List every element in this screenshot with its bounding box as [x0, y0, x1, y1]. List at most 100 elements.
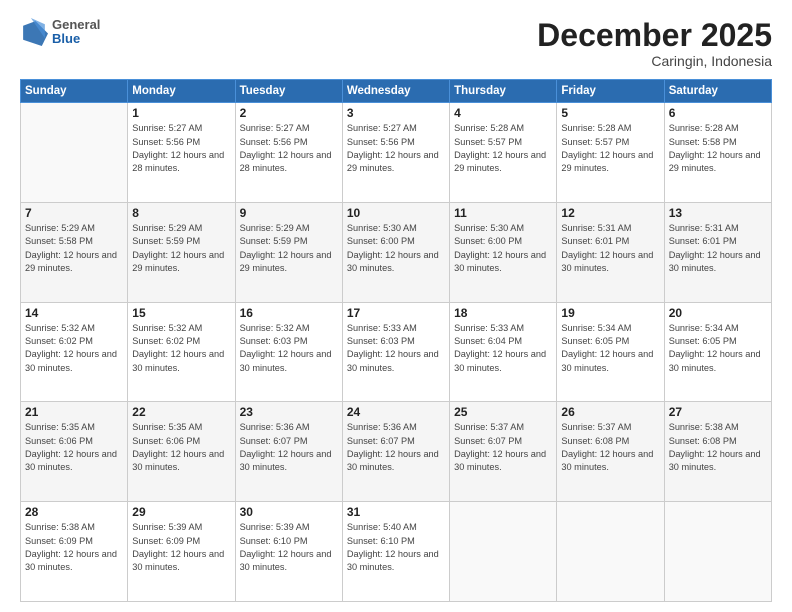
calendar-cell: 24 Sunrise: 5:36 AMSunset: 6:07 PMDayligh…: [342, 402, 449, 502]
day-number: 22: [132, 405, 230, 419]
calendar-cell: 10Sunrise: 5:30 AMSunset: 6:00 PMDayligh…: [342, 202, 449, 302]
calendar-header-sunday: Sunday: [21, 80, 128, 103]
calendar-cell: 13Sunrise: 5:31 AMSunset: 6:01 PMDayligh…: [664, 202, 771, 302]
calendar-header-thursday: Thursday: [450, 80, 557, 103]
day-number: 27: [669, 405, 767, 419]
calendar-cell: 15 Sunrise: 5:32 AMSunset: 6:02 PMDayligh…: [128, 302, 235, 402]
day-number: 7: [25, 206, 123, 220]
day-number: 31: [347, 505, 445, 519]
day-info: Sunrise: 5:38 AMSunset: 6:08 PMDaylight:…: [669, 421, 767, 474]
day-info: Sunrise: 5:36 AMSunset: 6:07 PMDaylight:…: [347, 421, 445, 474]
calendar-week-row: 21 Sunrise: 5:35 AMSunset: 6:06 PMDayligh…: [21, 402, 772, 502]
calendar-week-row: 14 Sunrise: 5:32 AMSunset: 6:02 PMDayligh…: [21, 302, 772, 402]
calendar-week-row: 7Sunrise: 5:29 AMSunset: 5:58 PMDaylight…: [21, 202, 772, 302]
day-info: Sunrise: 5:35 AMSunset: 6:06 PMDaylight:…: [132, 421, 230, 474]
calendar-cell: 20 Sunrise: 5:34 AMSunset: 6:05 PMDayligh…: [664, 302, 771, 402]
day-info: Sunrise: 5:39 AMSunset: 6:09 PMDaylight:…: [132, 521, 230, 574]
day-number: 11: [454, 206, 552, 220]
header: General Blue December 2025 Caringin, Ind…: [20, 18, 772, 69]
day-number: 16: [240, 306, 338, 320]
calendar-cell: 1 Sunrise: 5:27 AMSunset: 5:56 PMDaylight…: [128, 103, 235, 203]
day-info: Sunrise: 5:30 AMSunset: 6:00 PMDaylight:…: [454, 222, 552, 275]
day-info: Sunrise: 5:30 AMSunset: 6:00 PMDaylight:…: [347, 222, 445, 275]
day-number: 21: [25, 405, 123, 419]
day-number: 17: [347, 306, 445, 320]
calendar-cell: 11 Sunrise: 5:30 AMSunset: 6:00 PMDayligh…: [450, 202, 557, 302]
day-info: Sunrise: 5:34 AMSunset: 6:05 PMDaylight:…: [669, 322, 767, 375]
logo-text: General Blue: [52, 18, 100, 47]
day-number: 5: [561, 106, 659, 120]
calendar-week-row: 28 Sunrise: 5:38 AMSunset: 6:09 PMDayligh…: [21, 502, 772, 602]
day-number: 15: [132, 306, 230, 320]
calendar-header-wednesday: Wednesday: [342, 80, 449, 103]
day-info: Sunrise: 5:38 AMSunset: 6:09 PMDaylight:…: [25, 521, 123, 574]
day-info: Sunrise: 5:27 AMSunset: 5:56 PMDaylight:…: [132, 122, 230, 175]
day-number: 2: [240, 106, 338, 120]
day-info: Sunrise: 5:29 AMSunset: 5:59 PMDaylight:…: [240, 222, 338, 275]
day-info: Sunrise: 5:37 AMSunset: 6:07 PMDaylight:…: [454, 421, 552, 474]
calendar-cell: 4Sunrise: 5:28 AMSunset: 5:57 PMDaylight…: [450, 103, 557, 203]
calendar-cell: 27 Sunrise: 5:38 AMSunset: 6:08 PMDayligh…: [664, 402, 771, 502]
day-number: 3: [347, 106, 445, 120]
calendar-cell: [450, 502, 557, 602]
day-info: Sunrise: 5:32 AMSunset: 6:02 PMDaylight:…: [132, 322, 230, 375]
calendar-cell: 31 Sunrise: 5:40 AMSunset: 6:10 PMDayligh…: [342, 502, 449, 602]
day-number: 24: [347, 405, 445, 419]
calendar-cell: 25 Sunrise: 5:37 AMSunset: 6:07 PMDayligh…: [450, 402, 557, 502]
day-number: 18: [454, 306, 552, 320]
calendar-cell: 6Sunrise: 5:28 AMSunset: 5:58 PMDaylight…: [664, 103, 771, 203]
calendar-cell: 5Sunrise: 5:28 AMSunset: 5:57 PMDaylight…: [557, 103, 664, 203]
calendar-cell: 12Sunrise: 5:31 AMSunset: 6:01 PMDayligh…: [557, 202, 664, 302]
day-number: 14: [25, 306, 123, 320]
calendar-cell: 3 Sunrise: 5:27 AMSunset: 5:56 PMDaylight…: [342, 103, 449, 203]
calendar-cell: 28 Sunrise: 5:38 AMSunset: 6:09 PMDayligh…: [21, 502, 128, 602]
calendar-cell: 2 Sunrise: 5:27 AMSunset: 5:56 PMDaylight…: [235, 103, 342, 203]
day-info: Sunrise: 5:32 AMSunset: 6:03 PMDaylight:…: [240, 322, 338, 375]
day-number: 19: [561, 306, 659, 320]
calendar-cell: [557, 502, 664, 602]
day-info: Sunrise: 5:27 AMSunset: 5:56 PMDaylight:…: [347, 122, 445, 175]
calendar-cell: 8Sunrise: 5:29 AMSunset: 5:59 PMDaylight…: [128, 202, 235, 302]
day-number: 30: [240, 505, 338, 519]
calendar-header-friday: Friday: [557, 80, 664, 103]
day-info: Sunrise: 5:33 AMSunset: 6:03 PMDaylight:…: [347, 322, 445, 375]
day-number: 28: [25, 505, 123, 519]
day-number: 6: [669, 106, 767, 120]
logo-icon: [20, 18, 48, 46]
logo-general-text: General: [52, 18, 100, 32]
logo: General Blue: [20, 18, 100, 47]
calendar-cell: 30 Sunrise: 5:39 AMSunset: 6:10 PMDayligh…: [235, 502, 342, 602]
calendar-cell: 18 Sunrise: 5:33 AMSunset: 6:04 PMDayligh…: [450, 302, 557, 402]
day-info: Sunrise: 5:29 AMSunset: 5:59 PMDaylight:…: [132, 222, 230, 275]
page: General Blue December 2025 Caringin, Ind…: [0, 0, 792, 612]
day-info: Sunrise: 5:36 AMSunset: 6:07 PMDaylight:…: [240, 421, 338, 474]
calendar-table: SundayMondayTuesdayWednesdayThursdayFrid…: [20, 79, 772, 602]
day-number: 26: [561, 405, 659, 419]
calendar-header-saturday: Saturday: [664, 80, 771, 103]
calendar-cell: [21, 103, 128, 203]
calendar-cell: 21Sunrise: 5:35 AMSunset: 6:06 PMDayligh…: [21, 402, 128, 502]
calendar-cell: 19Sunrise: 5:34 AMSunset: 6:05 PMDayligh…: [557, 302, 664, 402]
day-number: 13: [669, 206, 767, 220]
calendar-cell: 9 Sunrise: 5:29 AMSunset: 5:59 PMDaylight…: [235, 202, 342, 302]
day-info: Sunrise: 5:39 AMSunset: 6:10 PMDaylight:…: [240, 521, 338, 574]
calendar-cell: 29 Sunrise: 5:39 AMSunset: 6:09 PMDayligh…: [128, 502, 235, 602]
day-info: Sunrise: 5:33 AMSunset: 6:04 PMDaylight:…: [454, 322, 552, 375]
day-info: Sunrise: 5:32 AMSunset: 6:02 PMDaylight:…: [25, 322, 123, 375]
calendar-cell: [664, 502, 771, 602]
calendar-week-row: 1 Sunrise: 5:27 AMSunset: 5:56 PMDaylight…: [21, 103, 772, 203]
calendar-cell: 26Sunrise: 5:37 AMSunset: 6:08 PMDayligh…: [557, 402, 664, 502]
day-info: Sunrise: 5:40 AMSunset: 6:10 PMDaylight:…: [347, 521, 445, 574]
day-number: 25: [454, 405, 552, 419]
calendar-cell: 14 Sunrise: 5:32 AMSunset: 6:02 PMDayligh…: [21, 302, 128, 402]
day-number: 29: [132, 505, 230, 519]
day-info: Sunrise: 5:27 AMSunset: 5:56 PMDaylight:…: [240, 122, 338, 175]
location: Caringin, Indonesia: [537, 53, 772, 69]
calendar-cell: 22 Sunrise: 5:35 AMSunset: 6:06 PMDayligh…: [128, 402, 235, 502]
calendar-header-row: SundayMondayTuesdayWednesdayThursdayFrid…: [21, 80, 772, 103]
day-number: 20: [669, 306, 767, 320]
day-info: Sunrise: 5:28 AMSunset: 5:57 PMDaylight:…: [454, 122, 552, 175]
calendar-cell: 17 Sunrise: 5:33 AMSunset: 6:03 PMDayligh…: [342, 302, 449, 402]
day-number: 1: [132, 106, 230, 120]
day-number: 9: [240, 206, 338, 220]
